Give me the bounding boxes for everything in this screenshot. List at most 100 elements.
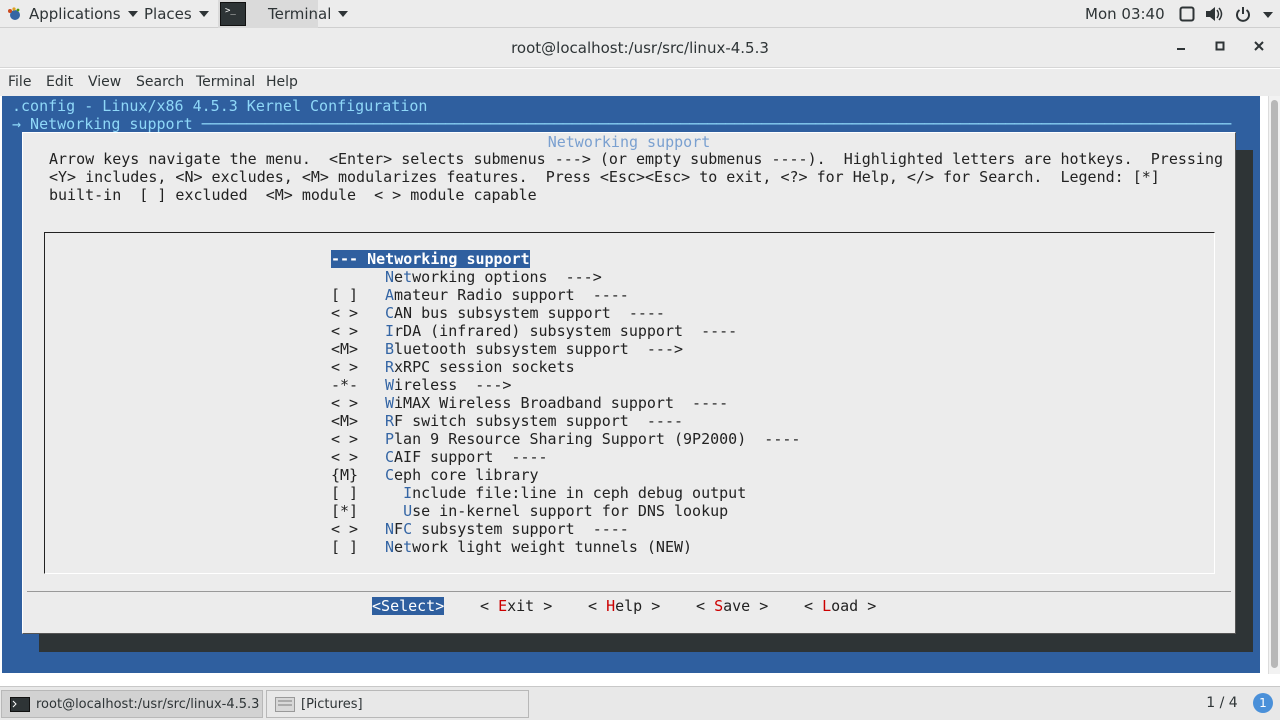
menu-option[interactable]: <M> RF switch subsystem support ---- (331, 412, 683, 430)
menu-option[interactable]: -*- Wireless ---> (331, 376, 511, 394)
menu-option[interactable]: [ ] Amateur Radio support ---- (331, 286, 629, 304)
menu-option[interactable]: < > NFC subsystem support ---- (331, 520, 629, 538)
button-hotkey: H (606, 597, 616, 615)
taskbar-terminal-window[interactable]: root@localhost:/usr/src/linux-4.5.3 (1, 690, 263, 718)
menu-view[interactable]: View (88, 69, 121, 96)
power-icon[interactable] (1235, 6, 1251, 22)
menu-option[interactable]: < > Plan 9 Resource Sharing Support (9P20… (331, 430, 800, 448)
option-label: se in-kernel support for DNS lookup (412, 502, 729, 520)
button-label: xit (507, 597, 535, 615)
option-indent (385, 502, 403, 520)
menu-option[interactable]: [*] Use in-kernel support for DNS lookup (331, 502, 728, 520)
menu-option[interactable]: < > RxRPC session sockets (331, 358, 575, 376)
button-bracket: > (858, 597, 877, 615)
close-button[interactable] (1249, 38, 1269, 58)
maximize-icon (1215, 41, 1225, 51)
option-label: luetooth subsystem support ---> (394, 340, 684, 358)
chevron-down-icon[interactable] (1263, 12, 1273, 18)
option-label: subsystem support ---- (412, 520, 629, 538)
workspace-indicator[interactable]: 1 / 4 (1197, 686, 1247, 720)
gnome-foot-icon (8, 7, 20, 20)
notification-badge[interactable]: 1 (1253, 693, 1273, 713)
option-hotkey: R (385, 358, 395, 376)
option-label: AIF support ---- (394, 448, 548, 466)
help-button[interactable]: < Help > (588, 597, 660, 615)
exit-button[interactable]: < Exit > (480, 597, 552, 615)
menu-option[interactable]: < > CAIF support ---- (331, 448, 548, 466)
terminal-view[interactable]: .config - Linux/x86 4.5.3 Kernel Configu… (0, 96, 1268, 674)
menu-edit[interactable]: Edit (46, 69, 73, 96)
option-hotkey: I (385, 322, 395, 340)
option-state: < > (331, 394, 359, 412)
option-hotkey: W (385, 376, 395, 394)
terminal-scrollbar[interactable] (1268, 96, 1280, 674)
display-icon[interactable] (1179, 6, 1195, 22)
places-menu[interactable]: Places (144, 0, 209, 28)
option-label: mateur Radio support ---- (394, 286, 629, 304)
option-state: < > (331, 448, 359, 466)
scrollbar-thumb[interactable] (1271, 100, 1278, 668)
options-menu: --- Networking support Networking options… (44, 232, 1215, 574)
terminal-app-menu[interactable]: >_ Terminal (218, 0, 349, 28)
button-label: elp (615, 597, 643, 615)
menu-option[interactable]: --- Networking support (331, 250, 530, 268)
option-state: < > (331, 430, 359, 448)
taskbar-pictures-window[interactable]: [Pictures] (266, 690, 529, 718)
menu-option[interactable]: <M> Bluetooth subsystem support ---> (331, 340, 683, 358)
option-label: xRPC session sockets (394, 358, 575, 376)
minimize-button[interactable] (1171, 38, 1191, 58)
save-button[interactable]: < Save > (696, 597, 768, 615)
menu-help[interactable]: Help (266, 69, 298, 96)
applications-menu[interactable]: Applications (29, 0, 138, 28)
menu-terminal[interactable]: Terminal (196, 69, 255, 96)
menu-option[interactable]: < > CAN bus subsystem support ---- (331, 304, 665, 322)
menu-option[interactable]: [ ] Network light weight tunnels (NEW) (331, 538, 692, 556)
option-state: [ ] (331, 286, 359, 304)
help-text-line: Arrow keys navigate the menu. <Enter> se… (49, 150, 1223, 168)
option-hotkey: U (403, 502, 413, 520)
menu-file[interactable]: File (8, 69, 31, 96)
button-label: ave (723, 597, 751, 615)
option-label: rDA (infrared) subsystem support ---- (394, 322, 738, 340)
option-hotkey: C (385, 466, 395, 484)
button-separator (27, 591, 1231, 592)
option-hotkey: t (403, 538, 413, 556)
maximize-button[interactable] (1210, 38, 1230, 58)
chevron-down-icon (338, 11, 349, 17)
option-label: work light weight tunnels (NEW) (412, 538, 693, 556)
menu-option[interactable]: Networking options ---> (331, 268, 602, 286)
menuconfig-screen: .config - Linux/x86 4.5.3 Kernel Configu… (2, 96, 1260, 673)
option-label: --- Networking support (331, 250, 530, 268)
option-state: < > (331, 322, 359, 340)
file-manager-icon (275, 697, 295, 712)
load-button[interactable]: < Load > (804, 597, 876, 615)
menu-option[interactable]: < > IrDA (infrared) subsystem support ---… (331, 322, 737, 340)
option-state: <M> (331, 340, 359, 358)
option-label: AN bus subsystem support ---- (394, 304, 665, 322)
button-bracket: > (435, 597, 445, 615)
menu-search[interactable]: Search (136, 69, 184, 96)
menu-option[interactable]: < > WiMAX Wireless Broadband support ---- (331, 394, 728, 412)
option-state: [ ] (331, 484, 359, 502)
option-state: {M} (331, 466, 359, 484)
option-indent (385, 484, 403, 502)
terminal-app-label: Terminal (268, 5, 332, 23)
volume-icon[interactable] (1205, 6, 1223, 22)
option-label: e (394, 268, 404, 286)
menu-option[interactable]: {M} Ceph core library (331, 466, 539, 484)
option-label: F (394, 520, 404, 538)
menu-option[interactable]: [ ] Include file:line in ceph debug outp… (331, 484, 746, 502)
window-titlebar[interactable]: root@localhost:/usr/src/linux-4.5.3 (0, 28, 1280, 68)
button-hotkey: L (822, 597, 832, 615)
option-label: iMAX Wireless Broadband support ---- (394, 394, 729, 412)
option-label: eph core library (394, 466, 539, 484)
select-button[interactable]: <Select> (372, 597, 445, 615)
option-hotkey: t (403, 268, 413, 286)
option-state: < > (331, 520, 359, 538)
clock[interactable]: Mon 03:40 (1085, 0, 1165, 28)
option-hotkey: N (385, 520, 395, 538)
top-bar: Applications Places >_ Terminal Mon 03:4… (0, 0, 1280, 28)
option-label: nclude file:line in ceph debug output (412, 484, 747, 502)
breadcrumb: → Networking support ───────────────────… (12, 115, 1232, 133)
option-hotkey: C (403, 520, 413, 538)
